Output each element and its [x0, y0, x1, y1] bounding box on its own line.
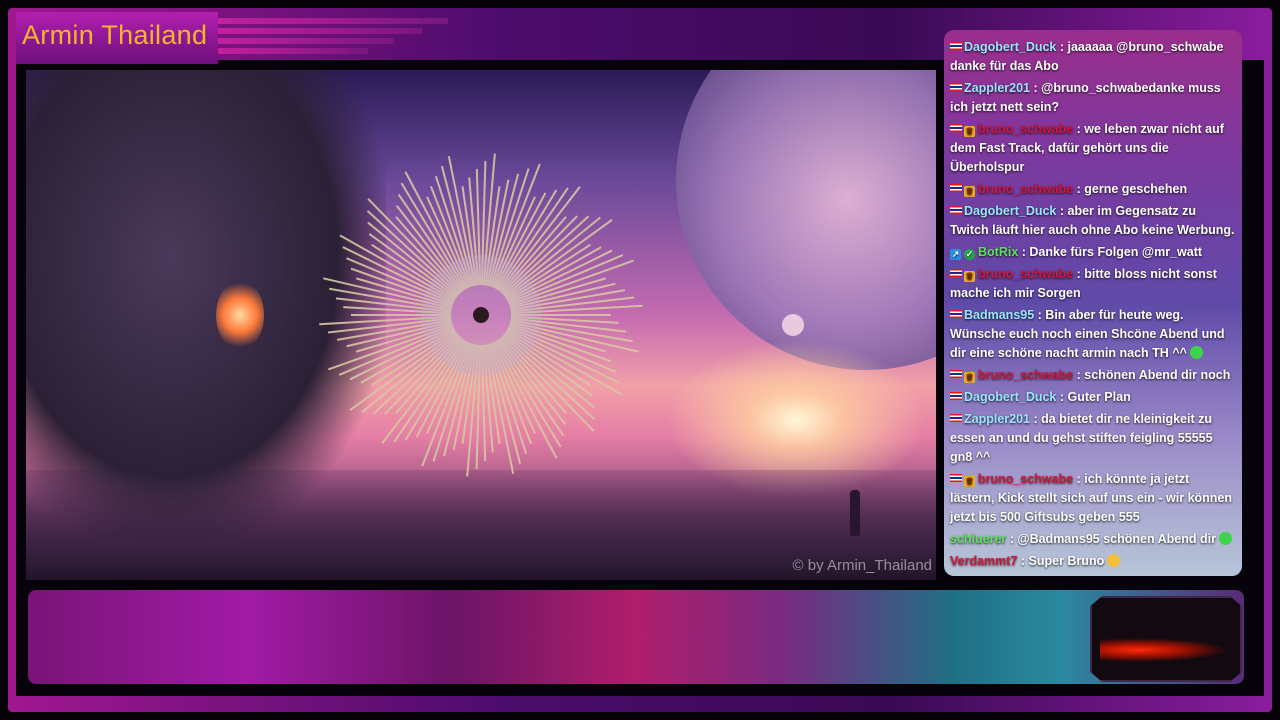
- chat-username[interactable]: Dagobert_Duck: [964, 204, 1056, 218]
- crown-badge-icon: ♛: [964, 186, 975, 197]
- thai-flag-icon: [950, 124, 962, 132]
- webcam-glow: [1100, 638, 1228, 662]
- thai-flag-icon: [950, 310, 962, 318]
- moon: [782, 314, 804, 336]
- verified-badge-icon: ✓: [964, 249, 975, 260]
- thai-flag-icon: [950, 83, 962, 91]
- chat-message: Zappler201 : da bietet dir ne kleinigkei…: [950, 410, 1236, 467]
- stream-title: Armin Thailand: [22, 20, 208, 50]
- thai-flag-icon: [950, 269, 962, 277]
- chat-message: ♛ bruno_schwabe : ich könnte ja jetzt läs…: [950, 470, 1236, 527]
- chat-username[interactable]: Dagobert_Duck: [964, 390, 1056, 404]
- green-face-icon: [1218, 532, 1232, 545]
- chat-separator: :: [1073, 472, 1085, 486]
- chat-list: Dagobert_Duck : jaaaaaa @bruno_schwabe d…: [944, 30, 1242, 576]
- chat-text: Guter Plan: [1067, 390, 1131, 404]
- bot-badge-icon: ↗: [950, 249, 961, 260]
- chat-separator: :: [1056, 390, 1068, 404]
- chat-message: ♛ bruno_schwabe : we leben zwar nicht auf…: [950, 120, 1236, 177]
- chat-message: !Rastawoman :: [950, 574, 1236, 576]
- chat-message: Dagobert_Duck : aber im Gegensatz zu Twi…: [950, 202, 1236, 240]
- crown-badge-icon: ♛: [964, 372, 975, 383]
- chat-separator: :: [1030, 81, 1042, 95]
- chat-username[interactable]: bruno_schwabe: [978, 472, 1073, 486]
- chat-separator: :: [1034, 308, 1046, 322]
- clap-icon: [1107, 554, 1121, 567]
- thai-flag-icon: [950, 392, 962, 400]
- bottom-banner: [28, 590, 1244, 684]
- chat-separator: :: [1017, 554, 1029, 568]
- chat-panel[interactable]: Dagobert_Duck : jaaaaaa @bruno_schwabe d…: [944, 30, 1242, 576]
- chat-message: Dagobert_Duck : Guter Plan: [950, 388, 1236, 407]
- thai-flag-icon: [950, 474, 962, 482]
- chat-username[interactable]: Badmans95: [964, 308, 1034, 322]
- chat-username[interactable]: schluerer: [950, 532, 1006, 546]
- chat-username[interactable]: bruno_schwabe: [978, 182, 1073, 196]
- chat-message: ♛ bruno_schwabe : gerne geschehen: [950, 180, 1236, 199]
- stream-video[interactable]: © by Armin_Thailand: [26, 70, 936, 580]
- chat-username[interactable]: Verdammt7: [950, 554, 1017, 568]
- chat-separator: :: [1006, 532, 1018, 546]
- planet: [676, 70, 936, 370]
- girl-figure: [850, 490, 860, 536]
- chat-message: Verdammt7 : Super Bruno: [950, 552, 1236, 571]
- thai-flag-icon: [950, 42, 962, 50]
- watermark: © by Armin_Thailand: [792, 557, 932, 574]
- title-decor-bars: [218, 18, 448, 58]
- chat-text: Super Bruno: [1028, 554, 1105, 568]
- chat-separator: :: [1030, 412, 1042, 426]
- chat-message: ♛ bruno_schwabe : schönen Abend dir noch: [950, 366, 1236, 385]
- chat-username[interactable]: Dagobert_Duck: [964, 40, 1056, 54]
- chat-text: schönen Abend dir noch: [1084, 368, 1231, 382]
- chat-username[interactable]: Zappler201: [964, 412, 1030, 426]
- chat-text: gerne geschehen: [1084, 182, 1188, 196]
- chat-message: Zappler201 : @bruno_schwabedanke muss ic…: [950, 79, 1236, 117]
- crown-badge-icon: ♛: [964, 476, 975, 487]
- chat-text: Danke fürs Folgen @mr_watt: [1029, 245, 1203, 259]
- chat-separator: :: [1056, 40, 1068, 54]
- chat-message: Dagobert_Duck : jaaaaaa @bruno_schwabe d…: [950, 38, 1236, 76]
- crown-badge-icon: ♛: [964, 126, 975, 137]
- thai-flag-icon: [950, 206, 962, 214]
- chat-username[interactable]: BotRix: [978, 245, 1018, 259]
- chat-separator: :: [1073, 122, 1085, 136]
- green-heart-icon: [1189, 346, 1203, 359]
- chat-username[interactable]: bruno_schwabe: [978, 122, 1073, 136]
- chat-separator: :: [1073, 182, 1085, 196]
- dandelion-burst: [319, 153, 643, 477]
- webcam-frame: [1090, 596, 1242, 682]
- chat-message: Badmans95 : Bin aber für heute weg. Wüns…: [950, 306, 1236, 363]
- thai-flag-icon: [950, 370, 962, 378]
- chat-separator: :: [1018, 245, 1030, 259]
- chat-username[interactable]: Zappler201: [964, 81, 1030, 95]
- chat-username[interactable]: bruno_schwabe: [978, 267, 1073, 281]
- chat-message: schluerer : @Badmans95 schönen Abend dir: [950, 530, 1236, 549]
- chat-message: ↗ ✓ BotRix : Danke fürs Folgen @mr_watt: [950, 243, 1236, 262]
- thai-flag-icon: [950, 414, 962, 422]
- chat-separator: :: [1073, 267, 1085, 281]
- chat-message: ♛ bruno_schwabe : bitte bloss nicht sonst…: [950, 265, 1236, 303]
- chat-text: @Badmans95 schönen Abend dir: [1017, 532, 1216, 546]
- crown-badge-icon: ♛: [964, 271, 975, 282]
- chat-separator: :: [1056, 204, 1068, 218]
- thai-flag-icon: [950, 184, 962, 192]
- robot-light: [216, 280, 264, 350]
- chat-separator: :: [1073, 368, 1085, 382]
- chat-username[interactable]: bruno_schwabe: [978, 368, 1073, 382]
